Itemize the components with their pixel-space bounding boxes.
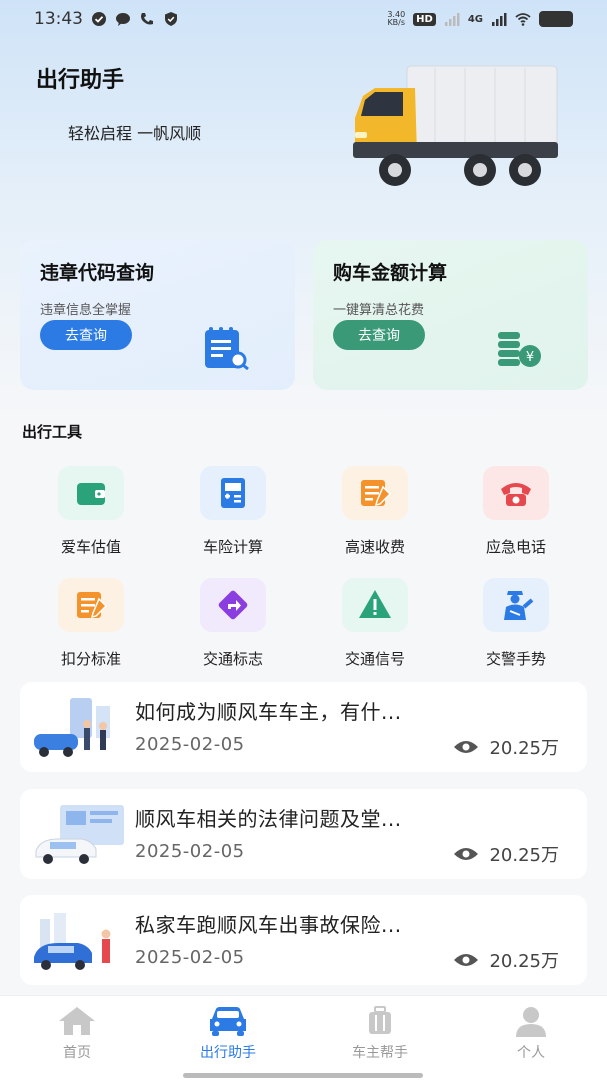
- article-title: 私家车跑顺风车出事故保险...: [135, 913, 402, 937]
- article-title: 顺风车相关的法律问题及堂...: [135, 807, 402, 831]
- note-pen-icon: [342, 466, 408, 520]
- page-title: 出行助手: [36, 68, 125, 93]
- tool-penalty-points[interactable]: 扣分标准: [20, 578, 162, 678]
- views-count: 20.25万: [489, 845, 559, 866]
- nav-profile[interactable]: 个人: [471, 1004, 591, 1062]
- views-count: 20.25万: [489, 738, 559, 759]
- tool-traffic-signals[interactable]: 交通信号: [304, 578, 446, 678]
- wifi-icon: [515, 11, 531, 27]
- nav-owner-helper[interactable]: 车主帮手: [320, 1004, 440, 1062]
- bottom-nav: 首页 出行助手 车主帮手 个人: [0, 995, 607, 1080]
- battery-icon: [539, 11, 573, 27]
- truck-illustration: [353, 65, 558, 186]
- article-views: 20.25万: [453, 841, 559, 867]
- violation-query-button[interactable]: 去查询: [40, 320, 132, 350]
- direction-sign-icon: [200, 578, 266, 632]
- article-thumbnail: [34, 698, 110, 757]
- police-icon: [483, 578, 549, 632]
- nav-home[interactable]: 首页: [17, 1004, 137, 1062]
- purchase-calc-card[interactable]: 购车金额计算 一键算清总花费 去查询 ¥: [313, 240, 588, 390]
- coins-icon: ¥: [498, 332, 541, 367]
- tool-label: 交警手势: [485, 650, 546, 668]
- nav-label: 车主帮手: [352, 1045, 408, 1061]
- article-views: 20.25万: [453, 734, 559, 760]
- call-icon: [139, 11, 155, 27]
- tool-insurance-calc[interactable]: 车险计算: [162, 466, 304, 566]
- violation-code-card[interactable]: 违章代码查询 违章信息全掌握 去查询: [20, 240, 295, 390]
- eye-icon: [454, 741, 479, 753]
- article-date: 2025-02-05: [135, 841, 245, 862]
- tool-emergency-call[interactable]: 应急电话: [445, 466, 587, 566]
- signal-weak-icon: [444, 11, 460, 27]
- svg-text:¥: ¥: [526, 350, 534, 365]
- network-type: 4G: [467, 13, 483, 25]
- eye-icon: [454, 848, 479, 860]
- card-title: 违章代码查询: [40, 262, 155, 284]
- article-views: 20.25万: [453, 947, 559, 973]
- luggage-icon: [358, 1004, 402, 1038]
- wallet-icon: [58, 466, 124, 520]
- note-pen-icon: [58, 578, 124, 632]
- check-circle-icon: [91, 11, 107, 27]
- home-indicator: [183, 1073, 423, 1078]
- warning-icon: [342, 578, 408, 632]
- views-count: 20.25万: [489, 951, 559, 972]
- tool-label: 车险计算: [202, 538, 263, 556]
- hd-badge: HD: [413, 12, 436, 26]
- home-icon: [55, 1004, 99, 1038]
- message-icon: [115, 11, 131, 27]
- status-bar: 13:43 3.40 KB/s HD 4G: [0, 0, 607, 38]
- tool-traffic-signs[interactable]: 交通标志: [162, 578, 304, 678]
- purchase-calc-button[interactable]: 去查询: [333, 320, 425, 350]
- tool-label: 交通标志: [202, 650, 263, 668]
- phone-icon: [483, 466, 549, 520]
- car-icon: [206, 1004, 250, 1038]
- tool-label: 爱车估值: [60, 538, 121, 556]
- article-date: 2025-02-05: [135, 947, 245, 968]
- tool-label: 应急电话: [485, 538, 546, 556]
- article-card[interactable]: 如何成为顺风车车主，有什... 2025-02-05 20.25万: [20, 682, 587, 772]
- document-search-icon: [205, 327, 249, 370]
- nav-label: 个人: [517, 1045, 545, 1061]
- card-subtitle: 一键算清总花费: [333, 303, 425, 318]
- card-title: 购车金额计算: [333, 262, 448, 284]
- status-time: 13:43: [34, 9, 83, 29]
- tool-label: 扣分标准: [60, 650, 121, 668]
- user-icon: [509, 1004, 553, 1038]
- tool-label: 交通信号: [344, 650, 405, 668]
- article-thumbnail: [35, 805, 124, 864]
- shield-icon: [163, 11, 179, 27]
- article-date: 2025-02-05: [135, 734, 245, 755]
- nav-label: 首页: [63, 1045, 91, 1061]
- speed-unit: KB/s: [387, 18, 406, 27]
- article-thumbnail: [34, 913, 111, 970]
- calculator-icon: [200, 466, 266, 520]
- tool-car-valuation[interactable]: 爱车估值: [20, 466, 162, 566]
- eye-icon: [454, 954, 479, 966]
- tools-section-title: 出行工具: [22, 423, 83, 441]
- card-subtitle: 违章信息全掌握: [40, 303, 132, 318]
- network-speed: 3.40 KB/s: [387, 11, 405, 27]
- signal-icon: [491, 11, 507, 27]
- page-slogan: 轻松启程 一帆风顺: [68, 124, 202, 143]
- tool-highway-toll[interactable]: 高速收费: [304, 466, 446, 566]
- tool-police-gestures[interactable]: 交警手势: [445, 578, 587, 678]
- article-card[interactable]: 顺风车相关的法律问题及堂... 2025-02-05 20.25万: [20, 789, 587, 879]
- article-title: 如何成为顺风车车主，有什...: [135, 700, 402, 724]
- tool-label: 高速收费: [344, 538, 405, 556]
- nav-travel-assistant[interactable]: 出行助手: [168, 1004, 288, 1062]
- article-card[interactable]: 私家车跑顺风车出事故保险... 2025-02-05 20.25万: [20, 895, 587, 985]
- nav-label: 出行助手: [200, 1045, 256, 1061]
